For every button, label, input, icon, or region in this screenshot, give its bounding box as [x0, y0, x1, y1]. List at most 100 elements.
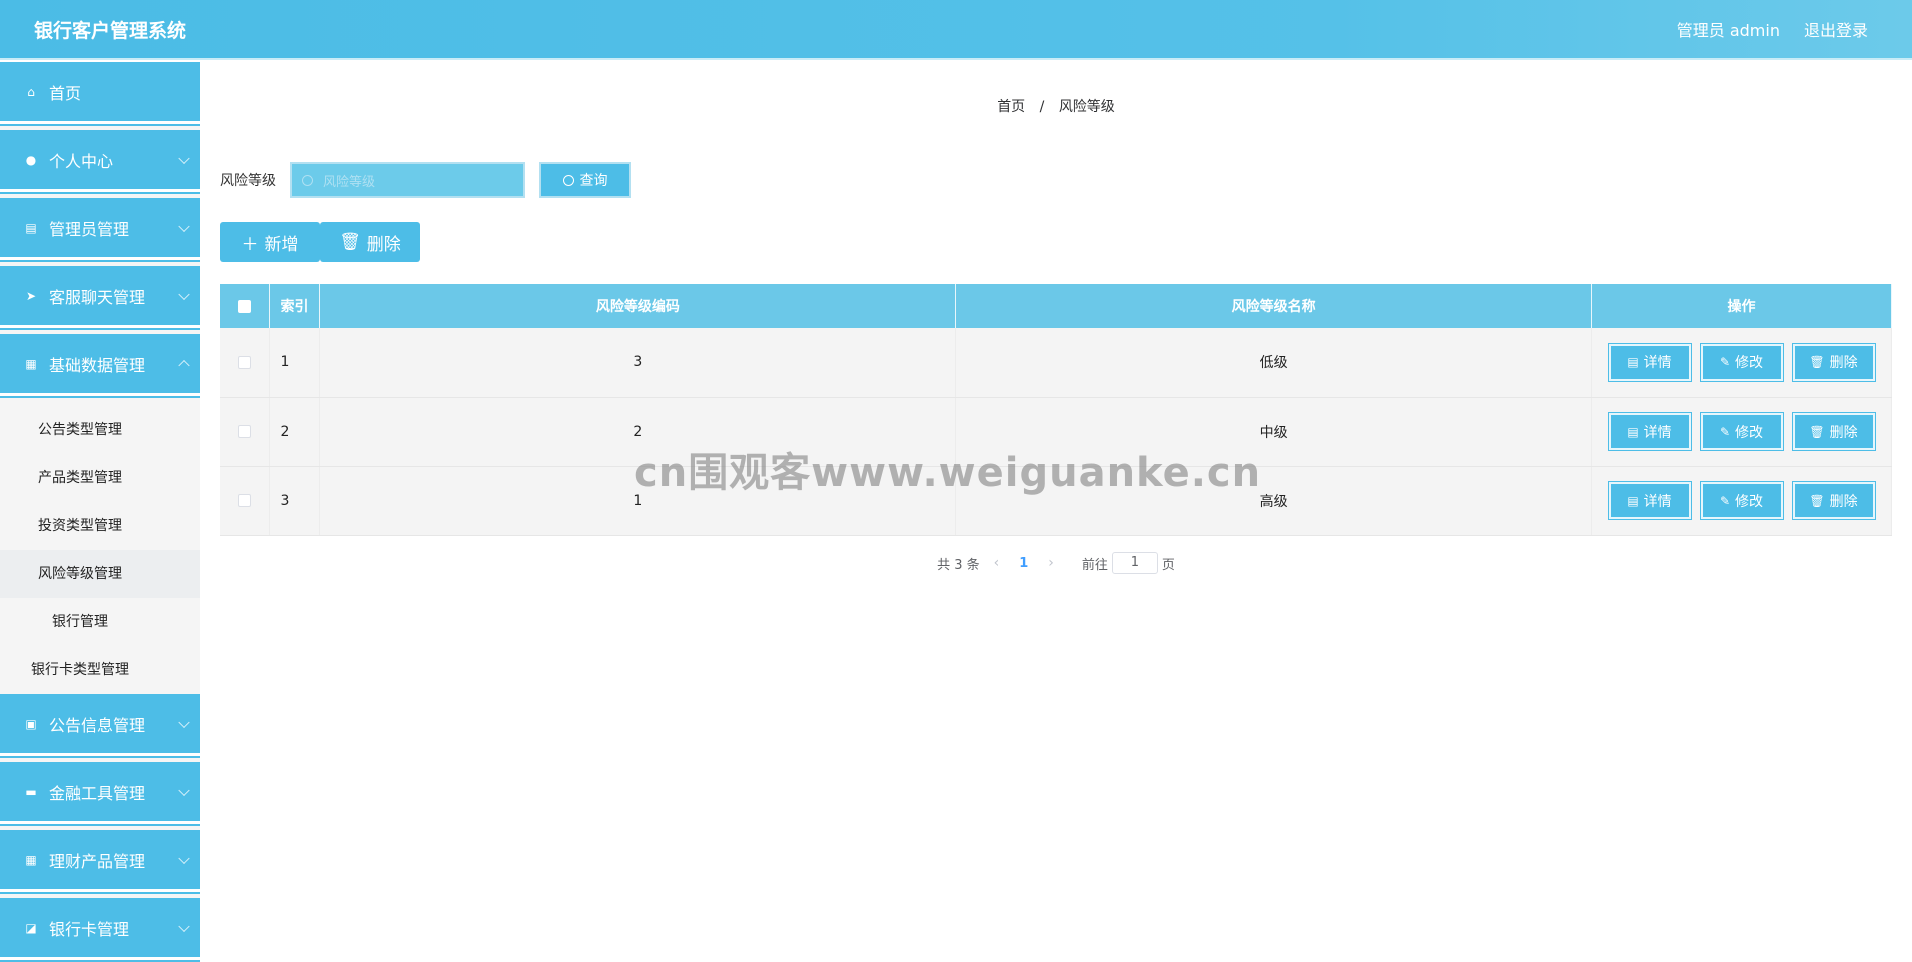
- submenu-item-card-type[interactable]: 银行卡类型管理: [0, 646, 200, 694]
- sidebar-item-label: 公告信息管理: [49, 715, 146, 735]
- breadcrumb-home[interactable]: 首页: [997, 99, 1025, 115]
- page-number-current[interactable]: 1: [1013, 556, 1034, 571]
- submenu-item-product-type[interactable]: 产品类型管理: [0, 454, 200, 502]
- chevron-left-icon[interactable]: ‹: [994, 555, 1000, 571]
- breadcrumb: 首页 / 风险等级: [200, 96, 1912, 116]
- header-ops: 操作: [1591, 284, 1892, 328]
- chevron-right-icon[interactable]: ›: [1048, 555, 1054, 571]
- header-index: 索引: [269, 284, 321, 328]
- sidebar-item-admin-management[interactable]: ▤ 管理员管理: [0, 198, 200, 260]
- risk-level-search-input[interactable]: 风险等级: [290, 162, 525, 198]
- add-button-label: 新增: [264, 234, 299, 255]
- detail-button[interactable]: ▤ 详情: [1607, 481, 1692, 520]
- table-row: 1 3 低级 ▤ 详情 ✎ 修改 🗑 删除: [220, 328, 1892, 398]
- edit-button[interactable]: ✎ 修改: [1699, 342, 1784, 382]
- chevron-down-icon: [178, 920, 190, 932]
- sidebar-item-label: 个人中心: [49, 151, 114, 171]
- sidebar-item-wealth-products[interactable]: ▦ 理财产品管理: [0, 830, 200, 892]
- row-checkbox[interactable]: [238, 355, 252, 369]
- search-label: 风险等级: [220, 173, 276, 189]
- sidebar: ⌂ 首页 ● 个人中心 ▤ 管理员管理 ➤ 客服聊天管理 ▦ 基础数据管理 公告…: [0, 62, 200, 962]
- edit-button[interactable]: ✎ 修改: [1699, 481, 1784, 520]
- detail-label: 详情: [1643, 355, 1672, 372]
- breadcrumb-current: 风险等级: [1058, 99, 1115, 115]
- row-index: 1: [269, 328, 321, 398]
- edit-label: 修改: [1735, 493, 1764, 510]
- select-all-checkbox[interactable]: [238, 299, 252, 313]
- app-title: 银行客户管理系统: [34, 19, 187, 42]
- plus-icon: ＋: [241, 234, 259, 255]
- table-row: 2 2 中级 ▤ 详情 ✎ 修改 🗑 删除: [220, 397, 1892, 467]
- row-check-cell: [220, 466, 271, 536]
- submenu-item-notice-type[interactable]: 公告类型管理: [0, 406, 200, 454]
- query-button[interactable]: 查询: [539, 162, 631, 198]
- sidebar-item-label: 理财产品管理: [49, 851, 146, 871]
- row-index: 3: [269, 466, 321, 536]
- logout-link[interactable]: 退出登录: [1804, 17, 1868, 41]
- row-code: 3: [319, 328, 957, 398]
- chevron-up-icon: [178, 359, 190, 371]
- row-code: 2: [319, 397, 957, 467]
- sidebar-item-personal-center[interactable]: ● 个人中心: [0, 130, 200, 192]
- row-checkbox[interactable]: [238, 494, 252, 507]
- delete-button[interactable]: 🗑 删除: [1791, 412, 1876, 451]
- header-name: 风险等级名称: [955, 284, 1592, 328]
- sidebar-item-label: 银行卡管理: [49, 919, 130, 939]
- goto-page-input[interactable]: 1: [1111, 552, 1158, 574]
- delete-button[interactable]: 🗑 删除: [1791, 342, 1876, 382]
- row-check-cell: [220, 397, 271, 467]
- goto-prefix: 前往: [1081, 557, 1108, 573]
- pagination-total: 共 3 条: [937, 557, 980, 573]
- row-check-cell: [220, 328, 271, 398]
- sidebar-item-home[interactable]: ⌂ 首页: [0, 62, 200, 124]
- send-icon: ➤: [25, 288, 37, 303]
- sidebar-item-label: 金融工具管理: [49, 783, 146, 803]
- document-icon: ▤: [1627, 493, 1639, 508]
- chevron-down-icon: [178, 288, 190, 300]
- sidebar-item-chat-management[interactable]: ➤ 客服聊天管理: [0, 266, 200, 328]
- delete-button[interactable]: 🗑 删除: [1791, 481, 1876, 520]
- main-content: 首页 / 风险等级 风险等级 风险等级 查询 ＋ 新增 🗑 删除 索引 风险等级…: [200, 62, 1912, 962]
- sidebar-item-label: 客服聊天管理: [49, 287, 146, 307]
- row-index: 2: [269, 397, 321, 467]
- admin-user-label[interactable]: 管理员 admin: [1677, 17, 1780, 41]
- basic-data-submenu: 公告类型管理 产品类型管理 投资类型管理 风险等级管理 银行管理 银行卡类型管理: [0, 402, 200, 694]
- sidebar-item-label: 首页: [49, 83, 82, 103]
- row-name: 中级: [955, 397, 1592, 467]
- detail-button[interactable]: ▤ 详情: [1607, 412, 1692, 451]
- pencil-icon: ✎: [1719, 355, 1731, 370]
- pencil-icon: ✎: [1719, 424, 1731, 439]
- row-ops: ▤ 详情 ✎ 修改 🗑 删除: [1591, 466, 1892, 536]
- chevron-down-icon: [178, 716, 190, 728]
- search-bar: 风险等级 风险等级 查询: [220, 162, 631, 198]
- delete-label: 删除: [1829, 493, 1858, 510]
- sidebar-item-label: 基础数据管理: [49, 355, 146, 375]
- clipboard-icon: ▣: [25, 716, 37, 731]
- edit-label: 修改: [1735, 355, 1764, 372]
- submenu-item-investment-type[interactable]: 投资类型管理: [0, 502, 200, 550]
- row-code: 1: [319, 466, 957, 536]
- edit-button[interactable]: ✎ 修改: [1699, 412, 1784, 451]
- sidebar-item-basic-data[interactable]: ▦ 基础数据管理: [0, 334, 200, 396]
- pagination: 共 3 条 ‹ 1 › 前往 1 页: [200, 552, 1912, 574]
- sidebar-item-bank-card[interactable]: ◪ 银行卡管理: [0, 898, 200, 960]
- detail-label: 详情: [1643, 493, 1672, 510]
- chevron-down-icon: [178, 784, 190, 796]
- ticket-icon: ◪: [25, 920, 37, 935]
- row-checkbox[interactable]: [238, 425, 252, 438]
- search-icon: [562, 174, 574, 186]
- sidebar-item-finance-tools[interactable]: ▬ 金融工具管理: [0, 762, 200, 824]
- sidebar-item-notice-management[interactable]: ▣ 公告信息管理: [0, 694, 200, 756]
- row-name: 高级: [955, 466, 1592, 536]
- user-icon: ●: [25, 152, 37, 167]
- submenu-item-risk-level[interactable]: 风险等级管理: [0, 550, 200, 598]
- add-button[interactable]: ＋ 新增: [220, 222, 320, 262]
- document-icon: ▤: [1627, 424, 1639, 439]
- batch-delete-button[interactable]: 🗑 删除: [320, 222, 420, 262]
- submenu-item-bank[interactable]: 银行管理: [0, 598, 200, 646]
- detail-button[interactable]: ▤ 详情: [1607, 342, 1692, 382]
- delete-label: 删除: [1829, 355, 1858, 372]
- pencil-icon: ✎: [1719, 493, 1731, 508]
- search-icon: [302, 174, 313, 186]
- document-icon: ▤: [1627, 355, 1639, 370]
